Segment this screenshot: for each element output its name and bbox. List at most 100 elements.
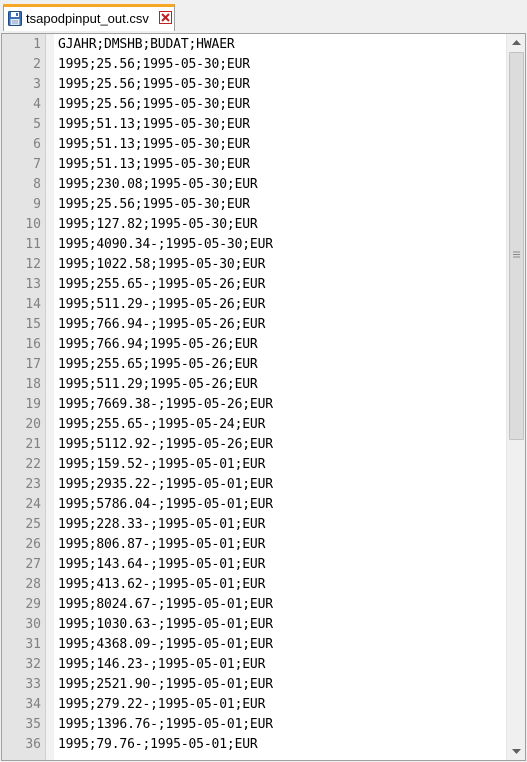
editor-line[interactable]: 24 1995;5786.04-;1995-05-01;EUR [2, 495, 505, 515]
editor-line[interactable]: 29 1995;8024.67-;1995-05-01;EUR [2, 595, 505, 615]
editor-line[interactable]: 2 1995;25.56;1995-05-30;EUR [2, 55, 505, 75]
line-text[interactable]: 1995;5786.04-;1995-05-01;EUR [58, 495, 273, 515]
editor-line[interactable]: 10 1995;127.82;1995-05-30;EUR [2, 215, 505, 235]
editor-line[interactable]: 9 1995;25.56;1995-05-30;EUR [2, 195, 505, 215]
line-text[interactable]: 1995;255.65;1995-05-26;EUR [58, 355, 258, 375]
editor-line[interactable]: 20 1995;255.65-;1995-05-24;EUR [2, 415, 505, 435]
grip-icon [513, 243, 520, 258]
line-text[interactable]: 1995;255.65-;1995-05-26;EUR [58, 275, 265, 295]
editor-line[interactable]: 13 1995;255.65-;1995-05-26;EUR [2, 275, 505, 295]
line-text[interactable]: 1995;806.87-;1995-05-01;EUR [58, 535, 265, 555]
line-text[interactable]: 1995;4368.09-;1995-05-01;EUR [58, 635, 273, 655]
line-text[interactable]: 1995;143.64-;1995-05-01;EUR [58, 555, 265, 575]
editor-line[interactable]: 8 1995;230.08;1995-05-30;EUR [2, 175, 505, 195]
line-number: 6 [33, 137, 41, 152]
editor-line[interactable]: 14 1995;511.29-;1995-05-26;EUR [2, 295, 505, 315]
editor-line[interactable]: 36 1995;79.76-;1995-05-01;EUR [2, 735, 505, 755]
editor-line[interactable]: 26 1995;806.87-;1995-05-01;EUR [2, 535, 505, 555]
line-text[interactable]: 1995;279.22-;1995-05-01;EUR [58, 695, 265, 715]
editor-line[interactable]: 22 1995;159.52-;1995-05-01;EUR [2, 455, 505, 475]
editor-line[interactable]: 35 1995;1396.76-;1995-05-01;EUR [2, 715, 505, 735]
editor-line[interactable]: 33 1995;2521.90-;1995-05-01;EUR [2, 675, 505, 695]
arrow-down-icon[interactable] [508, 743, 525, 760]
line-text[interactable]: 1995;766.94-;1995-05-26;EUR [58, 315, 265, 335]
editor-line[interactable]: 12 1995;1022.58;1995-05-30;EUR [2, 255, 505, 275]
editor-line[interactable]: 19 1995;7669.38-;1995-05-26;EUR [2, 395, 505, 415]
line-text[interactable]: 1995;51.13;1995-05-30;EUR [58, 135, 250, 155]
editor-line[interactable]: 34 1995;279.22-;1995-05-01;EUR [2, 695, 505, 715]
editor-line[interactable]: 6 1995;51.13;1995-05-30;EUR [2, 135, 505, 155]
line-text[interactable]: 1995;127.82;1995-05-30;EUR [58, 215, 258, 235]
line-number: 30 [25, 617, 41, 632]
tab-file[interactable]: tsapodpinput_out.csv [3, 4, 175, 31]
line-text[interactable]: 1995;413.62-;1995-05-01;EUR [58, 575, 265, 595]
editor-line[interactable]: 32 1995;146.23-;1995-05-01;EUR [2, 655, 505, 675]
line-number: 35 [25, 717, 41, 732]
line-text[interactable]: 1995;159.52-;1995-05-01;EUR [58, 455, 265, 475]
line-text[interactable]: 1995;79.76-;1995-05-01;EUR [58, 735, 258, 755]
editor-line[interactable]: 3 1995;25.56;1995-05-30;EUR [2, 75, 505, 95]
line-text[interactable]: 1995;230.08;1995-05-30;EUR [58, 175, 258, 195]
editor-line[interactable]: 18 1995;511.29;1995-05-26;EUR [2, 375, 505, 395]
editor-line[interactable]: 28 1995;413.62-;1995-05-01;EUR [2, 575, 505, 595]
line-number: 18 [25, 377, 41, 392]
line-number: 9 [33, 197, 41, 212]
line-text[interactable]: 1995;511.29;1995-05-26;EUR [58, 375, 258, 395]
line-text[interactable]: 1995;2521.90-;1995-05-01;EUR [58, 675, 273, 695]
tab-filename: tsapodpinput_out.csv [26, 11, 149, 26]
line-text[interactable]: 1995;51.13;1995-05-30;EUR [58, 115, 250, 135]
editor-line[interactable]: 4 1995;25.56;1995-05-30;EUR [2, 95, 505, 115]
line-text[interactable]: 1995;25.56;1995-05-30;EUR [58, 55, 250, 75]
line-text[interactable]: 1995;7669.38-;1995-05-26;EUR [58, 395, 273, 415]
editor-window: tsapodpinput_out.csv 1 GJAHR;DMSHB;BUDAT;… [0, 0, 527, 762]
line-number: 8 [33, 177, 41, 192]
line-text[interactable]: 1995;25.56;1995-05-30;EUR [58, 75, 250, 95]
line-text[interactable]: 1995;146.23-;1995-05-01;EUR [58, 655, 265, 675]
editor-line[interactable]: 21 1995;5112.92-;1995-05-26;EUR [2, 435, 505, 455]
line-number: 28 [25, 577, 41, 592]
editor-line[interactable]: 7 1995;51.13;1995-05-30;EUR [2, 155, 505, 175]
editor-line[interactable]: 1 GJAHR;DMSHB;BUDAT;HWAER [2, 35, 505, 55]
line-number: 1 [33, 37, 41, 52]
line-number: 11 [25, 237, 41, 252]
line-text[interactable]: 1995;1030.63-;1995-05-01;EUR [58, 615, 273, 635]
scroll-thumb[interactable] [509, 52, 524, 440]
line-text[interactable]: 1995;25.56;1995-05-30;EUR [58, 95, 250, 115]
line-number: 26 [25, 537, 41, 552]
line-number: 3 [33, 77, 41, 92]
line-number: 19 [25, 397, 41, 412]
text-editor[interactable]: 1 GJAHR;DMSHB;BUDAT;HWAER 2 1995;25.56;1995… [1, 33, 526, 761]
editor-line[interactable]: 17 1995;255.65;1995-05-26;EUR [2, 355, 505, 375]
line-text[interactable]: 1995;5112.92-;1995-05-26;EUR [58, 435, 273, 455]
line-number: 16 [25, 337, 41, 352]
editor-line[interactable]: 27 1995;143.64-;1995-05-01;EUR [2, 555, 505, 575]
line-number: 27 [25, 557, 41, 572]
line-number: 23 [25, 477, 41, 492]
line-number: 10 [25, 217, 41, 232]
line-text[interactable]: 1995;1022.58;1995-05-30;EUR [58, 255, 265, 275]
editor-line[interactable]: 25 1995;228.33-;1995-05-01;EUR [2, 515, 505, 535]
editor-line[interactable]: 5 1995;51.13;1995-05-30;EUR [2, 115, 505, 135]
line-text[interactable]: 1995;228.33-;1995-05-01;EUR [58, 515, 265, 535]
editor-line[interactable]: 30 1995;1030.63-;1995-05-01;EUR [2, 615, 505, 635]
close-icon[interactable] [159, 11, 172, 24]
arrow-up-icon[interactable] [508, 34, 525, 51]
editor-line[interactable]: 16 1995;766.94;1995-05-26;EUR [2, 335, 505, 355]
line-text[interactable]: 1995;4090.34-;1995-05-30;EUR [58, 235, 273, 255]
tab-bar: tsapodpinput_out.csv [0, 0, 527, 33]
line-text[interactable]: GJAHR;DMSHB;BUDAT;HWAER [58, 35, 235, 55]
line-text[interactable]: 1995;511.29-;1995-05-26;EUR [58, 295, 265, 315]
line-text[interactable]: 1995;1396.76-;1995-05-01;EUR [58, 715, 273, 735]
line-text[interactable]: 1995;255.65-;1995-05-24;EUR [58, 415, 265, 435]
vertical-scrollbar[interactable] [506, 34, 525, 760]
editor-line[interactable]: 23 1995;2935.22-;1995-05-01;EUR [2, 475, 505, 495]
editor-line[interactable]: 15 1995;766.94-;1995-05-26;EUR [2, 315, 505, 335]
editor-line[interactable]: 11 1995;4090.34-;1995-05-30;EUR [2, 235, 505, 255]
editor-line[interactable]: 31 1995;4368.09-;1995-05-01;EUR [2, 635, 505, 655]
line-text[interactable]: 1995;25.56;1995-05-30;EUR [58, 195, 250, 215]
line-text[interactable]: 1995;8024.67-;1995-05-01;EUR [58, 595, 273, 615]
editor-lines: 1 GJAHR;DMSHB;BUDAT;HWAER 2 1995;25.56;1995… [2, 35, 505, 755]
line-text[interactable]: 1995;2935.22-;1995-05-01;EUR [58, 475, 273, 495]
line-text[interactable]: 1995;51.13;1995-05-30;EUR [58, 155, 250, 175]
line-text[interactable]: 1995;766.94;1995-05-26;EUR [58, 335, 258, 355]
